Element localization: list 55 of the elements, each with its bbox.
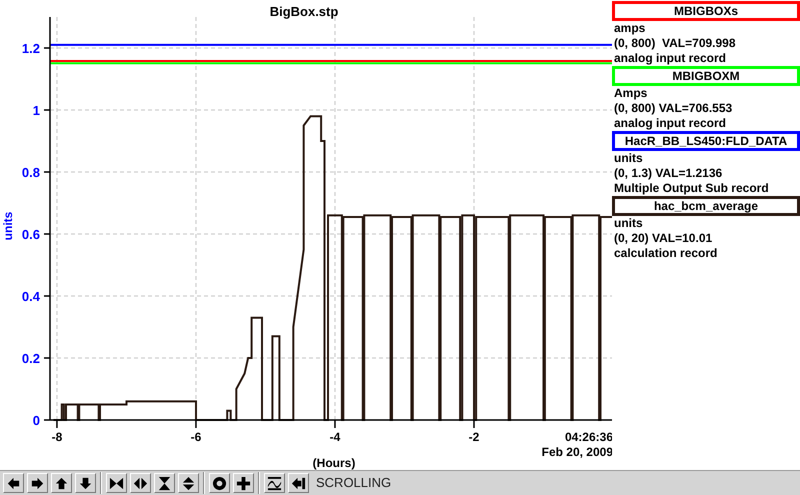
wave-icon [267,476,282,490]
y-tick-label: 0 [32,413,40,428]
legend-reading: (0, 800) VAL=709.998 [613,36,737,51]
inward-triangles-icon [109,476,124,490]
legend-name-bar[interactable]: HacR_BB_LS450:FLD_DATA [612,131,800,151]
x-axis-label: (Hours) [312,456,356,470]
toolbar-button[interactable] [288,473,309,493]
legend-reading: (0, 800) VAL=706.553 [613,101,734,116]
right-arrow-icon [30,476,45,490]
legend-reading: (0, 20) VAL=10.01 [613,231,714,246]
y-tick-label: 0.6 [22,227,40,242]
toolbar-button[interactable] [209,473,230,493]
legend-record-type: Multiple Output Sub record [613,181,770,196]
toolbar-button[interactable] [233,473,254,493]
legend-units: amps [613,21,646,36]
legend-record-type: calculation record [613,246,718,261]
legend-name-bar[interactable]: hac_bcm_average [612,196,800,216]
ring-icon [212,476,227,490]
toolbar-button[interactable] [154,473,175,493]
legend-record-type: analog input record [613,51,728,66]
legend-record-type: analog input record [613,116,728,131]
toolbar-button[interactable] [106,473,127,493]
x-tick-label: -2 [468,430,480,444]
x-tick-label: -6 [190,430,202,444]
x-tick-label: -8 [52,430,62,444]
toolbar-button[interactable] [51,473,72,493]
legend-units: units [613,151,644,166]
hourglass-icon [157,476,172,490]
y-tick-label: 1 [32,103,40,118]
legend-reading: (0, 1.3) VAL=1.2136 [613,166,724,181]
toolbar-button[interactable] [130,473,151,493]
arrow-to-bar-icon [291,476,306,490]
y-tick-label: 0.2 [22,351,40,366]
left-arrow-icon [6,476,21,490]
up-down-triangles-icon [181,476,196,490]
legend-units: units [613,216,644,231]
down-arrow-icon [78,476,93,490]
toolbar-button[interactable] [264,473,285,493]
legend-name-bar[interactable]: MBIGBOXs [612,1,800,21]
up-arrow-icon [54,476,69,490]
toolbar-button[interactable] [3,473,24,493]
toolbar-button[interactable] [75,473,96,493]
y-tick-label: 0.4 [22,289,40,304]
legend-units: Amps [613,86,648,101]
y-tick-label: 1.2 [22,41,40,56]
legend-name-bar[interactable]: MBIGBOXM [612,66,800,86]
outward-triangles-icon [133,476,148,490]
x-tick-label: -4 [330,430,340,444]
plus-icon [236,476,251,490]
toolbar-button[interactable] [27,473,48,493]
status-text: SCROLLING [316,474,392,492]
y-tick-label: 0.8 [22,165,40,180]
y-axis-label: units [1,212,15,240]
chart-title: BigBox.stp [270,4,338,19]
toolbar-button[interactable] [178,473,199,493]
